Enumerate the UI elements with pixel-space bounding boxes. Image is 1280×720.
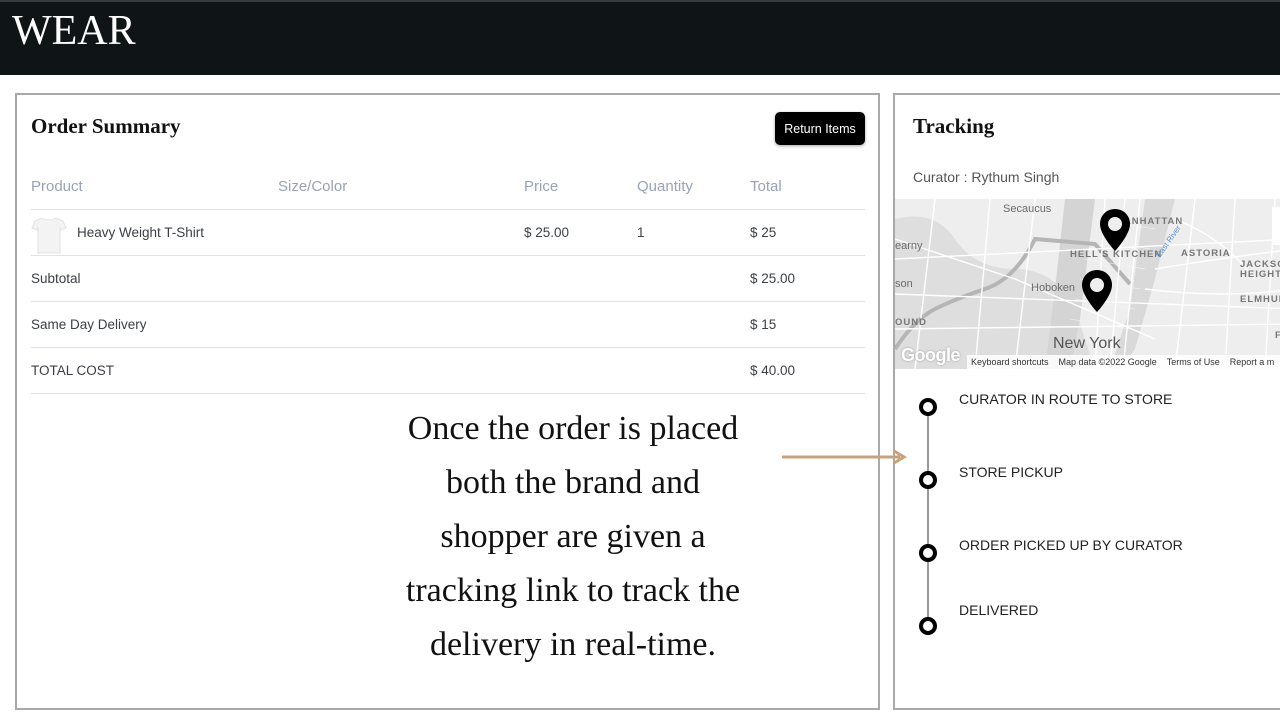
- delivery-value: $ 15: [750, 317, 777, 332]
- product-quantity: 1: [637, 225, 645, 240]
- caption-line: Once the order is placed: [407, 410, 739, 447]
- product-total: $ 25: [750, 225, 777, 240]
- step-circle-icon: [919, 398, 937, 416]
- map-data-text: Map data ©2022 Google: [1058, 357, 1157, 367]
- report-map-error-link[interactable]: Report a m: [1230, 357, 1275, 367]
- return-items-button[interactable]: Return Items: [775, 112, 865, 145]
- order-summary-title: Order Summary: [31, 114, 181, 138]
- map-label-kearny: earny: [895, 240, 923, 252]
- terms-of-use-link[interactable]: Terms of Use: [1167, 357, 1220, 367]
- step-label: ORDER PICKED UP BY CURATOR: [959, 537, 1183, 553]
- subtotal-row: Subtotal $ 25.00: [31, 256, 865, 302]
- tracking-panel: Tracking Curator : Rythum Singh Secaucus: [893, 93, 1280, 710]
- annotation-arrow-icon: [782, 449, 907, 465]
- map-label-new-york: New York: [1053, 335, 1121, 352]
- map-label-son: son: [895, 278, 913, 290]
- top-bar: WEAR: [0, 0, 1280, 75]
- step-label: DELIVERED: [959, 602, 1039, 618]
- subtotal-value: $ 25.00: [750, 271, 796, 286]
- map-label-elmhurst: ELMHURST: [1240, 294, 1280, 305]
- product-price: $ 25.00: [524, 225, 570, 240]
- column-header-total: Total: [750, 178, 782, 195]
- step-label: STORE PICKUP: [959, 464, 1063, 480]
- column-header-size-color: Size/Color: [278, 178, 348, 195]
- keyboard-shortcuts-link[interactable]: Keyboard shortcuts: [971, 357, 1049, 367]
- annotation-caption: Once the order is placed both the brand …: [355, 402, 791, 672]
- step-circle-icon: [919, 471, 937, 489]
- column-header-price: Price: [524, 178, 559, 195]
- step-label: CURATOR IN ROUTE TO STORE: [959, 391, 1173, 407]
- timeline-step: STORE PICKUP: [895, 464, 1280, 514]
- timeline-step: DELIVERED: [895, 602, 1280, 652]
- map-label-heights: HEIGHTS: [1240, 269, 1280, 280]
- tracking-map[interactable]: Secaucus MANHATTAN earny HELL'S KITCHEN …: [895, 199, 1280, 369]
- delivery-row: Same Day Delivery $ 15: [31, 302, 865, 348]
- map-label-secaucus: Secaucus: [1003, 203, 1052, 215]
- map-label-ound: OUND: [895, 317, 927, 328]
- tracking-timeline: CURATOR IN ROUTE TO STORE STORE PICKUP O…: [895, 385, 1280, 705]
- tshirt-icon: [31, 217, 67, 254]
- google-logo: Google: [901, 345, 961, 365]
- total-cost-label: TOTAL COST: [31, 363, 115, 378]
- caption-line: both the brand and: [446, 464, 700, 501]
- brand-logo[interactable]: WEAR: [12, 10, 136, 52]
- column-header-quantity: Quantity: [637, 178, 693, 195]
- caption-line: tracking link to track the: [405, 572, 741, 609]
- map-label-hoboken: Hoboken: [1031, 282, 1076, 294]
- curator-name: Curator : Rythum Singh: [913, 169, 1060, 185]
- map-pin-icon[interactable]: [1080, 268, 1114, 314]
- map-label-fo: FO: [1275, 330, 1280, 341]
- map-control-box[interactable]: [1272, 207, 1280, 245]
- subtotal-label: Subtotal: [31, 271, 81, 286]
- map-pin-icon[interactable]: [1098, 207, 1132, 253]
- table-header: Product Size/Color Price Quantity Total: [31, 165, 865, 210]
- timeline-step: CURATOR IN ROUTE TO STORE: [895, 391, 1280, 441]
- table-row: Heavy Weight T-Shirt $ 25.00 1 $ 25: [31, 210, 865, 256]
- order-table: Product Size/Color Price Quantity Total …: [31, 165, 865, 394]
- map-footer: Keyboard shortcuts Map data ©2022 Google…: [967, 355, 1280, 369]
- caption-line: delivery in real-time.: [429, 626, 717, 663]
- tracking-title: Tracking: [913, 114, 995, 138]
- caption-line: shopper are given a: [440, 518, 706, 555]
- step-circle-icon: [919, 544, 937, 562]
- step-circle-icon: [919, 617, 937, 635]
- product-name[interactable]: Heavy Weight T-Shirt: [77, 225, 204, 240]
- map-label-astoria: ASTORIA: [1181, 248, 1231, 259]
- column-header-product: Product: [31, 178, 83, 195]
- total-cost-row: TOTAL COST $ 40.00: [31, 348, 865, 394]
- timeline-step: ORDER PICKED UP BY CURATOR: [895, 537, 1280, 587]
- total-cost-value: $ 40.00: [750, 363, 796, 378]
- delivery-label: Same Day Delivery: [31, 317, 147, 332]
